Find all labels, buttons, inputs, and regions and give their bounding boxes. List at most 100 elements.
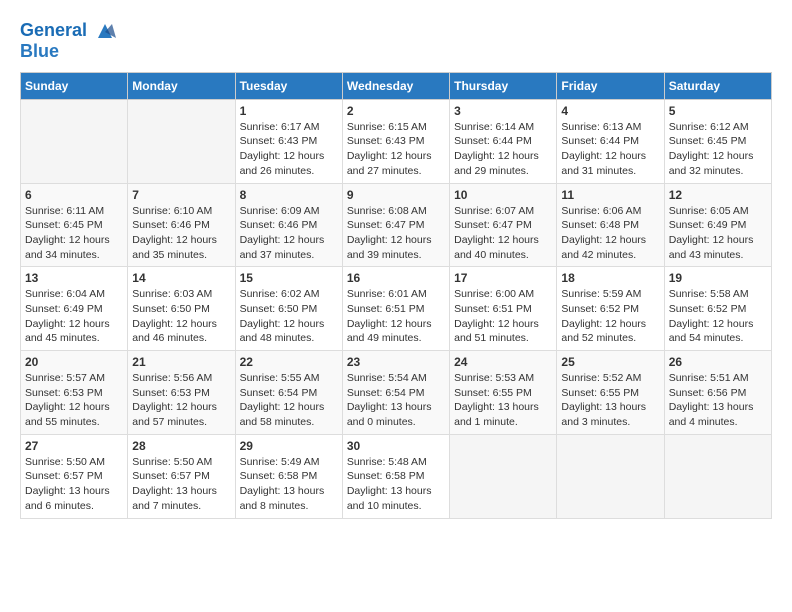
logo-text: General [20, 20, 116, 42]
calendar-cell [21, 99, 128, 183]
page-header: General Blue [20, 20, 772, 62]
calendar-cell: 13 Sunrise: 6:04 AMSunset: 6:49 PMDaylig… [21, 267, 128, 351]
day-number: 18 [561, 271, 659, 285]
logo-text2: Blue [20, 42, 116, 62]
day-info: Sunrise: 6:12 AMSunset: 6:45 PMDaylight:… [669, 120, 767, 179]
day-number: 8 [240, 188, 338, 202]
day-number: 5 [669, 104, 767, 118]
day-info: Sunrise: 6:14 AMSunset: 6:44 PMDaylight:… [454, 120, 552, 179]
calendar-week-2: 6 Sunrise: 6:11 AMSunset: 6:45 PMDayligh… [21, 183, 772, 267]
day-number: 16 [347, 271, 445, 285]
calendar-cell [450, 434, 557, 518]
day-info: Sunrise: 5:51 AMSunset: 6:56 PMDaylight:… [669, 371, 767, 430]
day-number: 21 [132, 355, 230, 369]
calendar-cell: 21 Sunrise: 5:56 AMSunset: 6:53 PMDaylig… [128, 351, 235, 435]
calendar-cell: 17 Sunrise: 6:00 AMSunset: 6:51 PMDaylig… [450, 267, 557, 351]
day-number: 2 [347, 104, 445, 118]
calendar-cell: 6 Sunrise: 6:11 AMSunset: 6:45 PMDayligh… [21, 183, 128, 267]
day-info: Sunrise: 5:57 AMSunset: 6:53 PMDaylight:… [25, 371, 123, 430]
weekday-header-thursday: Thursday [450, 72, 557, 99]
day-info: Sunrise: 5:55 AMSunset: 6:54 PMDaylight:… [240, 371, 338, 430]
calendar-cell: 3 Sunrise: 6:14 AMSunset: 6:44 PMDayligh… [450, 99, 557, 183]
calendar-cell: 25 Sunrise: 5:52 AMSunset: 6:55 PMDaylig… [557, 351, 664, 435]
day-info: Sunrise: 6:10 AMSunset: 6:46 PMDaylight:… [132, 204, 230, 263]
calendar-cell: 7 Sunrise: 6:10 AMSunset: 6:46 PMDayligh… [128, 183, 235, 267]
day-info: Sunrise: 6:04 AMSunset: 6:49 PMDaylight:… [25, 287, 123, 346]
day-info: Sunrise: 6:15 AMSunset: 6:43 PMDaylight:… [347, 120, 445, 179]
day-number: 23 [347, 355, 445, 369]
calendar-cell: 26 Sunrise: 5:51 AMSunset: 6:56 PMDaylig… [664, 351, 771, 435]
day-number: 6 [25, 188, 123, 202]
day-number: 22 [240, 355, 338, 369]
calendar-cell [128, 99, 235, 183]
calendar-cell [557, 434, 664, 518]
calendar-week-3: 13 Sunrise: 6:04 AMSunset: 6:49 PMDaylig… [21, 267, 772, 351]
day-info: Sunrise: 5:58 AMSunset: 6:52 PMDaylight:… [669, 287, 767, 346]
calendar-cell: 1 Sunrise: 6:17 AMSunset: 6:43 PMDayligh… [235, 99, 342, 183]
calendar-cell: 9 Sunrise: 6:08 AMSunset: 6:47 PMDayligh… [342, 183, 449, 267]
calendar-cell [664, 434, 771, 518]
weekday-header-wednesday: Wednesday [342, 72, 449, 99]
calendar-cell: 14 Sunrise: 6:03 AMSunset: 6:50 PMDaylig… [128, 267, 235, 351]
day-info: Sunrise: 6:05 AMSunset: 6:49 PMDaylight:… [669, 204, 767, 263]
calendar-table: SundayMondayTuesdayWednesdayThursdayFrid… [20, 72, 772, 519]
day-info: Sunrise: 5:49 AMSunset: 6:58 PMDaylight:… [240, 455, 338, 514]
day-number: 7 [132, 188, 230, 202]
day-info: Sunrise: 6:01 AMSunset: 6:51 PMDaylight:… [347, 287, 445, 346]
day-number: 1 [240, 104, 338, 118]
calendar-cell: 19 Sunrise: 5:58 AMSunset: 6:52 PMDaylig… [664, 267, 771, 351]
day-number: 15 [240, 271, 338, 285]
day-info: Sunrise: 5:52 AMSunset: 6:55 PMDaylight:… [561, 371, 659, 430]
day-info: Sunrise: 5:53 AMSunset: 6:55 PMDaylight:… [454, 371, 552, 430]
calendar-cell: 18 Sunrise: 5:59 AMSunset: 6:52 PMDaylig… [557, 267, 664, 351]
weekday-header-monday: Monday [128, 72, 235, 99]
day-number: 26 [669, 355, 767, 369]
day-info: Sunrise: 6:11 AMSunset: 6:45 PMDaylight:… [25, 204, 123, 263]
day-number: 10 [454, 188, 552, 202]
day-info: Sunrise: 6:02 AMSunset: 6:50 PMDaylight:… [240, 287, 338, 346]
day-info: Sunrise: 5:50 AMSunset: 6:57 PMDaylight:… [25, 455, 123, 514]
day-info: Sunrise: 6:13 AMSunset: 6:44 PMDaylight:… [561, 120, 659, 179]
day-info: Sunrise: 6:07 AMSunset: 6:47 PMDaylight:… [454, 204, 552, 263]
calendar-cell: 10 Sunrise: 6:07 AMSunset: 6:47 PMDaylig… [450, 183, 557, 267]
calendar-cell: 30 Sunrise: 5:48 AMSunset: 6:58 PMDaylig… [342, 434, 449, 518]
calendar-cell: 11 Sunrise: 6:06 AMSunset: 6:48 PMDaylig… [557, 183, 664, 267]
calendar-cell: 29 Sunrise: 5:49 AMSunset: 6:58 PMDaylig… [235, 434, 342, 518]
calendar-cell: 12 Sunrise: 6:05 AMSunset: 6:49 PMDaylig… [664, 183, 771, 267]
day-number: 9 [347, 188, 445, 202]
calendar-cell: 23 Sunrise: 5:54 AMSunset: 6:54 PMDaylig… [342, 351, 449, 435]
day-number: 27 [25, 439, 123, 453]
weekday-header-friday: Friday [557, 72, 664, 99]
calendar-cell: 24 Sunrise: 5:53 AMSunset: 6:55 PMDaylig… [450, 351, 557, 435]
calendar-cell: 28 Sunrise: 5:50 AMSunset: 6:57 PMDaylig… [128, 434, 235, 518]
day-number: 24 [454, 355, 552, 369]
day-number: 12 [669, 188, 767, 202]
day-number: 11 [561, 188, 659, 202]
day-info: Sunrise: 6:17 AMSunset: 6:43 PMDaylight:… [240, 120, 338, 179]
day-info: Sunrise: 6:08 AMSunset: 6:47 PMDaylight:… [347, 204, 445, 263]
logo: General Blue [20, 20, 116, 62]
day-number: 17 [454, 271, 552, 285]
day-number: 3 [454, 104, 552, 118]
weekday-header-saturday: Saturday [664, 72, 771, 99]
day-number: 29 [240, 439, 338, 453]
day-info: Sunrise: 5:59 AMSunset: 6:52 PMDaylight:… [561, 287, 659, 346]
calendar-cell: 15 Sunrise: 6:02 AMSunset: 6:50 PMDaylig… [235, 267, 342, 351]
calendar-cell: 27 Sunrise: 5:50 AMSunset: 6:57 PMDaylig… [21, 434, 128, 518]
day-number: 4 [561, 104, 659, 118]
day-info: Sunrise: 6:09 AMSunset: 6:46 PMDaylight:… [240, 204, 338, 263]
calendar-cell: 8 Sunrise: 6:09 AMSunset: 6:46 PMDayligh… [235, 183, 342, 267]
calendar-week-1: 1 Sunrise: 6:17 AMSunset: 6:43 PMDayligh… [21, 99, 772, 183]
day-number: 14 [132, 271, 230, 285]
day-info: Sunrise: 6:06 AMSunset: 6:48 PMDaylight:… [561, 204, 659, 263]
day-number: 30 [347, 439, 445, 453]
day-info: Sunrise: 6:00 AMSunset: 6:51 PMDaylight:… [454, 287, 552, 346]
day-number: 19 [669, 271, 767, 285]
calendar-cell: 4 Sunrise: 6:13 AMSunset: 6:44 PMDayligh… [557, 99, 664, 183]
calendar-cell: 16 Sunrise: 6:01 AMSunset: 6:51 PMDaylig… [342, 267, 449, 351]
day-info: Sunrise: 5:54 AMSunset: 6:54 PMDaylight:… [347, 371, 445, 430]
day-info: Sunrise: 6:03 AMSunset: 6:50 PMDaylight:… [132, 287, 230, 346]
day-number: 13 [25, 271, 123, 285]
day-info: Sunrise: 5:56 AMSunset: 6:53 PMDaylight:… [132, 371, 230, 430]
calendar-week-4: 20 Sunrise: 5:57 AMSunset: 6:53 PMDaylig… [21, 351, 772, 435]
